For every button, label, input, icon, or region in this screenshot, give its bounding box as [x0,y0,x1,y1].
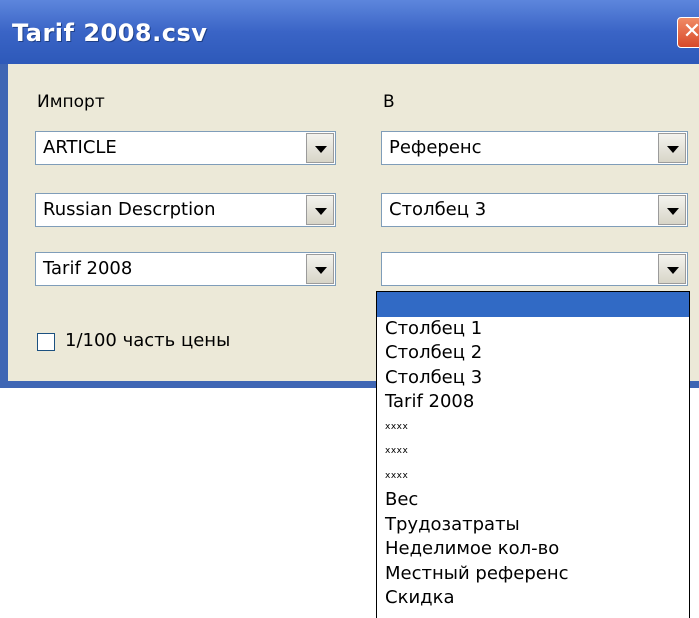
import-field-combo-2[interactable]: Russian Descrption [35,193,336,227]
dropdown-option[interactable]: Столбец 1 [377,317,689,342]
combo-value: Референс [389,137,482,158]
dropdown-option[interactable]: Неделимое кол-во [377,537,689,562]
dropdown-option[interactable]: Столбец 2 [377,341,689,366]
dropdown-option[interactable]: Столбец 3 [377,366,689,391]
dropdown-option[interactable]: xxxx [377,464,689,489]
chevron-down-icon[interactable] [658,195,686,225]
dropdown-option[interactable]: Местный референс [377,562,689,587]
combo-value: Russian Descrption [43,199,216,220]
close-icon: ✕ [682,19,699,44]
dropdown-option[interactable]: xxxx [377,415,689,440]
chevron-down-icon[interactable] [306,254,334,284]
target-column-label: В [383,92,395,112]
target-field-combo-1[interactable]: Референс [381,131,688,165]
dropdown-option[interactable]: Tarif 2008 [377,390,689,415]
import-field-combo-3[interactable]: Tarif 2008 [35,252,336,286]
chevron-down-icon[interactable] [306,133,334,163]
target-field-combo-3[interactable] [381,252,688,286]
close-button[interactable]: ✕ [677,17,699,48]
target-field-dropdown-list[interactable]: Столбец 1 Столбец 2 Столбец 3 Tarif 2008… [376,291,690,618]
combo-value: Столбец 3 [389,199,487,220]
dropdown-option[interactable]: Вес [377,488,689,513]
dropdown-option[interactable]: Трудозатраты [377,513,689,538]
chevron-down-icon[interactable] [658,133,686,163]
price-hundredth-checkbox[interactable] [37,333,55,351]
dropdown-option[interactable] [377,292,689,317]
import-field-combo-1[interactable]: ARTICLE [35,131,336,165]
chevron-down-icon[interactable] [658,254,686,284]
dropdown-option[interactable]: Скидка [377,586,689,611]
window-title: Tarif 2008.csv [12,19,208,47]
title-bar[interactable]: Tarif 2008.csv [0,0,699,64]
combo-value: Tarif 2008 [43,258,133,279]
chevron-down-icon[interactable] [306,195,334,225]
dropdown-option[interactable]: xxxx [377,439,689,464]
combo-value: ARTICLE [43,137,117,158]
target-field-combo-2[interactable]: Столбец 3 [381,193,688,227]
import-column-label: Импорт [37,92,105,112]
price-hundredth-label[interactable]: 1/100 часть цены [65,330,230,351]
